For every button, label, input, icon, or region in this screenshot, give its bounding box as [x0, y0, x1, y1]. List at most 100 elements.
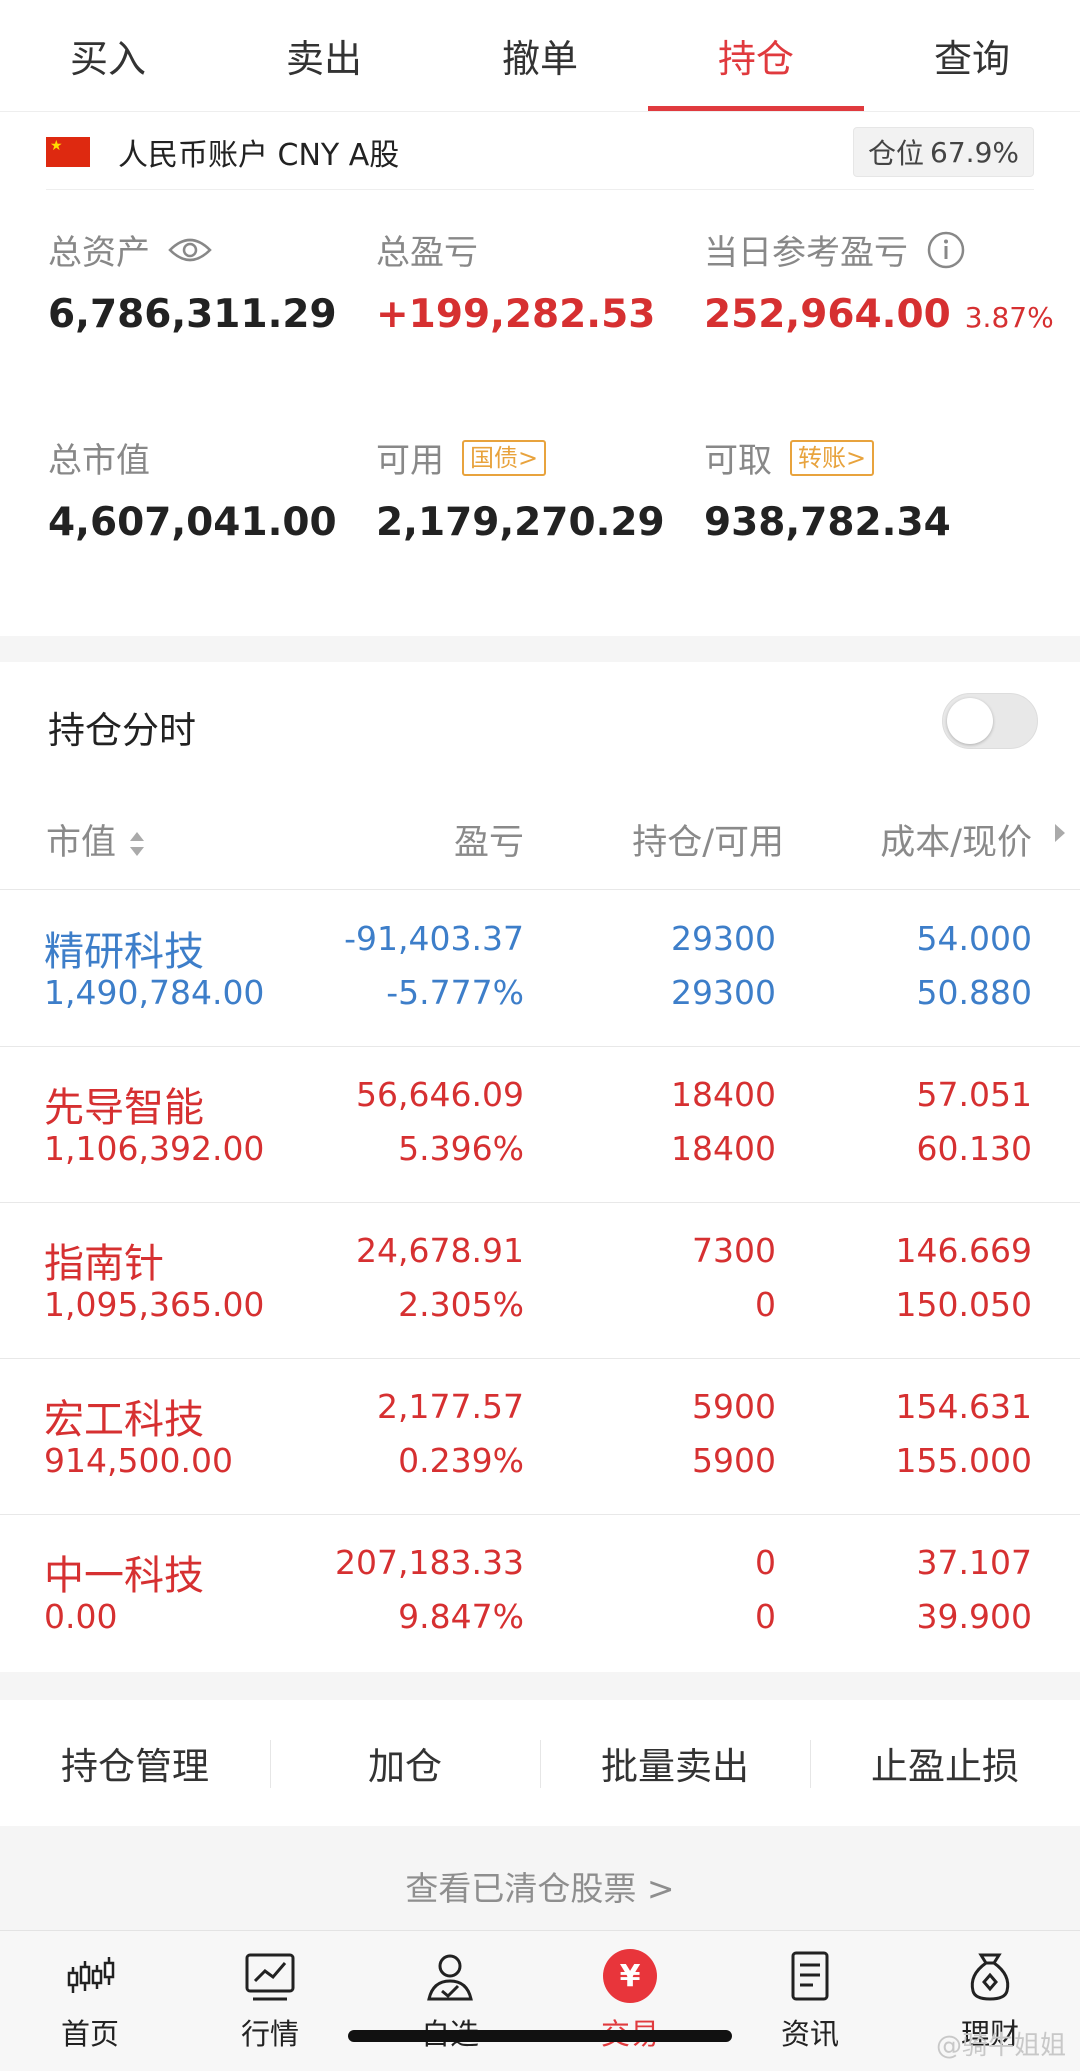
- stock-available: 0: [755, 1597, 776, 1636]
- stock-price: 50.880: [916, 973, 1032, 1012]
- header-pl: 盈亏: [453, 823, 524, 863]
- nav-news-label: 资讯: [780, 2017, 839, 2051]
- section-divider: [0, 636, 1080, 662]
- stock-available: 5900: [692, 1441, 776, 1480]
- stock-pl-percent: -5.777%: [386, 973, 524, 1012]
- view-cleared-stocks-link[interactable]: 查看已清仓股票 >: [0, 1826, 1080, 1946]
- money-bag-icon: [970, 1953, 1010, 2001]
- stock-pl-percent: 0.239%: [398, 1441, 524, 1480]
- stock-holding: 5900: [692, 1387, 776, 1426]
- stock-pl: 207,183.33: [335, 1543, 524, 1582]
- holdings-intraday-toggle[interactable]: [942, 693, 1038, 749]
- position-label: 仓位: [868, 137, 925, 170]
- withdrawable-label: 可取: [704, 441, 772, 481]
- chevron-right-icon[interactable]: [1052, 822, 1068, 844]
- stock-holding: 29300: [671, 919, 776, 958]
- daily-pl-label: 当日参考盈亏: [704, 233, 908, 273]
- stock-name: 中一科技: [44, 1553, 204, 1599]
- stock-price: 60.130: [916, 1129, 1032, 1168]
- nav-watchlist[interactable]: 自选: [360, 1931, 540, 2071]
- holdings-table-header: 市值 盈亏 持仓/可用 成本/现价: [0, 800, 1080, 890]
- bottom-nav: 首页 行情 自选 ¥ 交易 资讯: [0, 1930, 1080, 2071]
- table-row[interactable]: 先导智能 1,106,392.00 56,646.09 5.396% 18400…: [0, 1047, 1080, 1203]
- header-hold-available: 持仓/可用: [632, 823, 784, 863]
- stock-name: 指南针: [44, 1241, 164, 1287]
- table-row[interactable]: 精研科技 1,490,784.00 -91,403.37 -5.777% 293…: [0, 891, 1080, 1047]
- stop-profit-loss-button[interactable]: 止盈止损: [810, 1736, 1080, 1790]
- total-assets-cell: 总资产 6,786,311.29: [48, 225, 337, 337]
- available-value: 2,179,270.29: [376, 500, 665, 545]
- person-check-icon: [427, 1954, 473, 2001]
- header-cost-price: 成本/现价: [880, 823, 1032, 863]
- nav-home-label: 首页: [60, 2017, 119, 2051]
- stock-holding: 18400: [671, 1075, 776, 1114]
- stock-price: 155.000: [895, 1441, 1032, 1480]
- available-cell: 可用 国债> 2,179,270.29: [376, 433, 665, 545]
- section-divider: [0, 1672, 1080, 1700]
- nav-news[interactable]: 资讯: [720, 1931, 900, 2071]
- stock-available: 29300: [671, 973, 776, 1012]
- stock-pl-percent: 9.847%: [398, 1597, 524, 1636]
- stock-price: 150.050: [895, 1285, 1032, 1324]
- stock-cost: 146.669: [895, 1231, 1032, 1270]
- stock-pl: 24,678.91: [356, 1231, 524, 1270]
- position-ratio-badge: 仓位 67.9%: [853, 127, 1034, 177]
- tab-buy[interactable]: 买入: [0, 0, 216, 111]
- add-position-button[interactable]: 加仓: [270, 1736, 540, 1790]
- stock-pl: 2,177.57: [377, 1387, 524, 1426]
- stock-market-value: 1,106,392.00: [44, 1129, 265, 1168]
- stock-name: 先导智能: [44, 1085, 204, 1131]
- stock-cost: 154.631: [895, 1387, 1032, 1426]
- available-label: 可用: [376, 441, 444, 481]
- stock-pl-percent: 2.305%: [398, 1285, 524, 1324]
- table-row[interactable]: 宏工科技 914,500.00 2,177.57 0.239% 5900 590…: [0, 1359, 1080, 1515]
- stock-holding: 0: [755, 1543, 776, 1582]
- market-value-value: 4,607,041.00: [48, 500, 337, 545]
- candlestick-icon: [67, 1957, 115, 1993]
- tab-query[interactable]: 查询: [864, 0, 1080, 111]
- stock-available: 18400: [671, 1129, 776, 1168]
- home-indicator: [348, 2030, 732, 2042]
- info-icon[interactable]: [926, 230, 966, 270]
- sort-icon[interactable]: [127, 828, 147, 860]
- stock-market-value: 914,500.00: [44, 1441, 233, 1480]
- nav-market-label: 行情: [240, 2017, 299, 2051]
- watermark-text: @骑牛姐姐: [935, 2031, 1066, 2061]
- stock-pl: 56,646.09: [356, 1075, 524, 1114]
- account-row[interactable]: ★ 人民币账户 CNY A股 仓位 67.9%: [46, 115, 1034, 190]
- nav-market[interactable]: 行情: [180, 1931, 360, 2071]
- treasury-bond-button[interactable]: 国债>: [462, 439, 547, 476]
- top-tab-bar: 买入 卖出 撤单 持仓 查询: [0, 0, 1080, 112]
- stock-pl-percent: 5.396%: [398, 1129, 524, 1168]
- header-market-value[interactable]: 市值: [46, 814, 147, 865]
- stock-name: 精研科技: [44, 929, 204, 975]
- manage-holdings-button[interactable]: 持仓管理: [0, 1736, 270, 1790]
- total-pl-value: +199,282.53: [376, 292, 656, 337]
- transfer-button[interactable]: 转账>: [790, 439, 875, 476]
- total-pl-label: 总盈亏: [376, 233, 478, 273]
- daily-pl-percent: 3.87%: [964, 301, 1054, 334]
- stock-available: 0: [755, 1285, 776, 1324]
- china-flag-icon: ★: [46, 137, 90, 167]
- stock-cost: 37.107: [916, 1543, 1032, 1582]
- chart-icon: [245, 1953, 295, 2001]
- table-row[interactable]: 指南针 1,095,365.00 24,678.91 2.305% 7300 0…: [0, 1203, 1080, 1359]
- toggle-knob: [947, 698, 993, 744]
- stock-market-value: 1,095,365.00: [44, 1285, 265, 1324]
- eye-icon[interactable]: [168, 236, 212, 264]
- stock-holding: 7300: [692, 1231, 776, 1270]
- tab-holdings[interactable]: 持仓: [648, 0, 864, 111]
- withdrawable-value: 938,782.34: [704, 500, 951, 545]
- withdrawable-cell: 可取 转账> 938,782.34: [704, 433, 951, 545]
- stock-market-value: 1,490,784.00: [44, 973, 265, 1012]
- table-row[interactable]: 中一科技 0.00 207,183.33 9.847% 0 0 37.107 3…: [0, 1515, 1080, 1671]
- nav-trade[interactable]: ¥ 交易: [540, 1931, 720, 2071]
- stock-cost: 54.000: [916, 919, 1032, 958]
- account-label: 人民币账户 CNY A股: [118, 138, 400, 173]
- tab-cancel-order[interactable]: 撤单: [432, 0, 648, 111]
- batch-sell-button[interactable]: 批量卖出: [540, 1736, 810, 1790]
- tab-sell[interactable]: 卖出: [216, 0, 432, 111]
- header-market-value-label: 市值: [46, 823, 117, 863]
- stock-market-value: 0.00: [44, 1597, 118, 1636]
- nav-home[interactable]: 首页: [0, 1931, 180, 2071]
